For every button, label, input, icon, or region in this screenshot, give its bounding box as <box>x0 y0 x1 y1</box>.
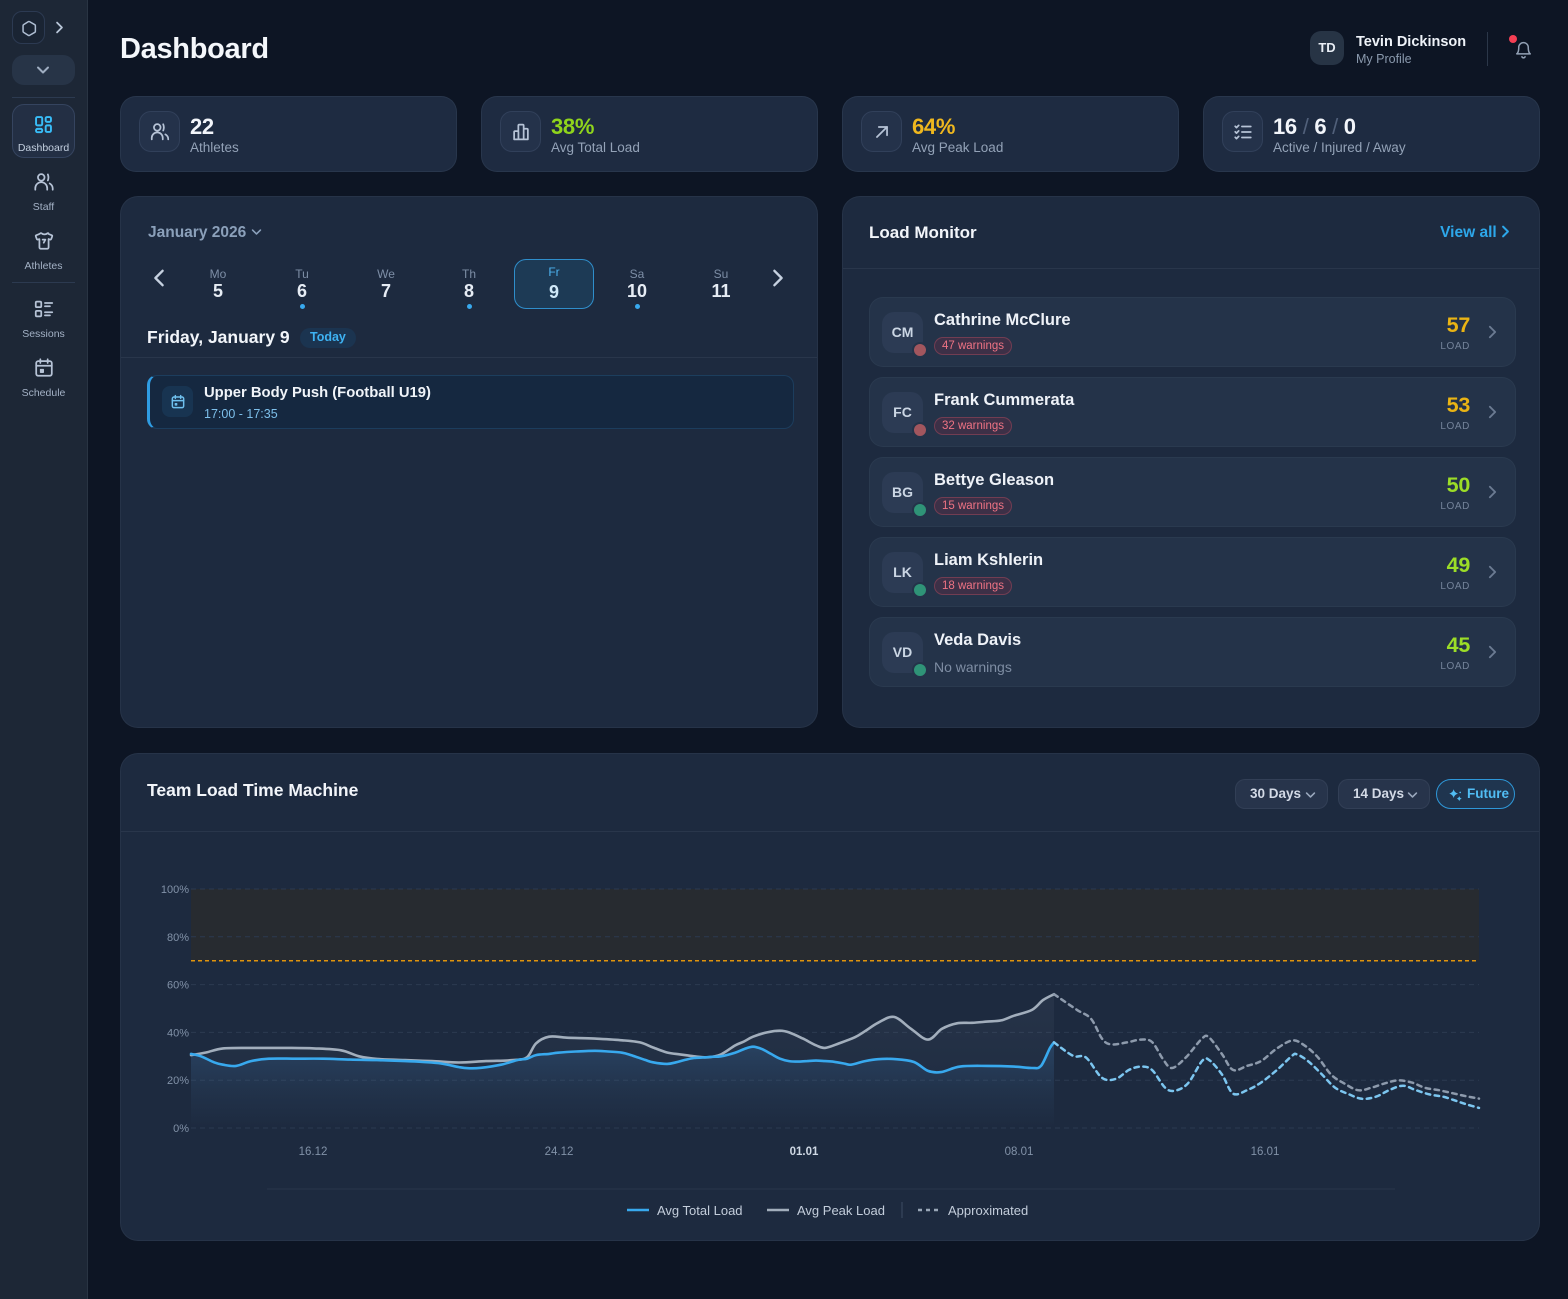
svg-text:20%: 20% <box>167 1075 189 1087</box>
svg-text:100%: 100% <box>161 884 189 896</box>
svg-text:Avg Total Load: Avg Total Load <box>657 1203 743 1218</box>
svg-text:40%: 40% <box>167 1027 189 1039</box>
svg-text:80%: 80% <box>167 932 189 944</box>
svg-text:08.01: 08.01 <box>1005 1146 1034 1158</box>
svg-text:0%: 0% <box>173 1123 189 1135</box>
svg-text:60%: 60% <box>167 980 189 992</box>
svg-text:Avg Peak Load: Avg Peak Load <box>797 1203 885 1218</box>
svg-text:24.12: 24.12 <box>545 1146 574 1158</box>
svg-text:Approximated: Approximated <box>948 1203 1028 1218</box>
svg-text:16.12: 16.12 <box>299 1146 328 1158</box>
svg-text:01.01: 01.01 <box>790 1146 819 1158</box>
svg-text:16.01: 16.01 <box>1251 1146 1280 1158</box>
